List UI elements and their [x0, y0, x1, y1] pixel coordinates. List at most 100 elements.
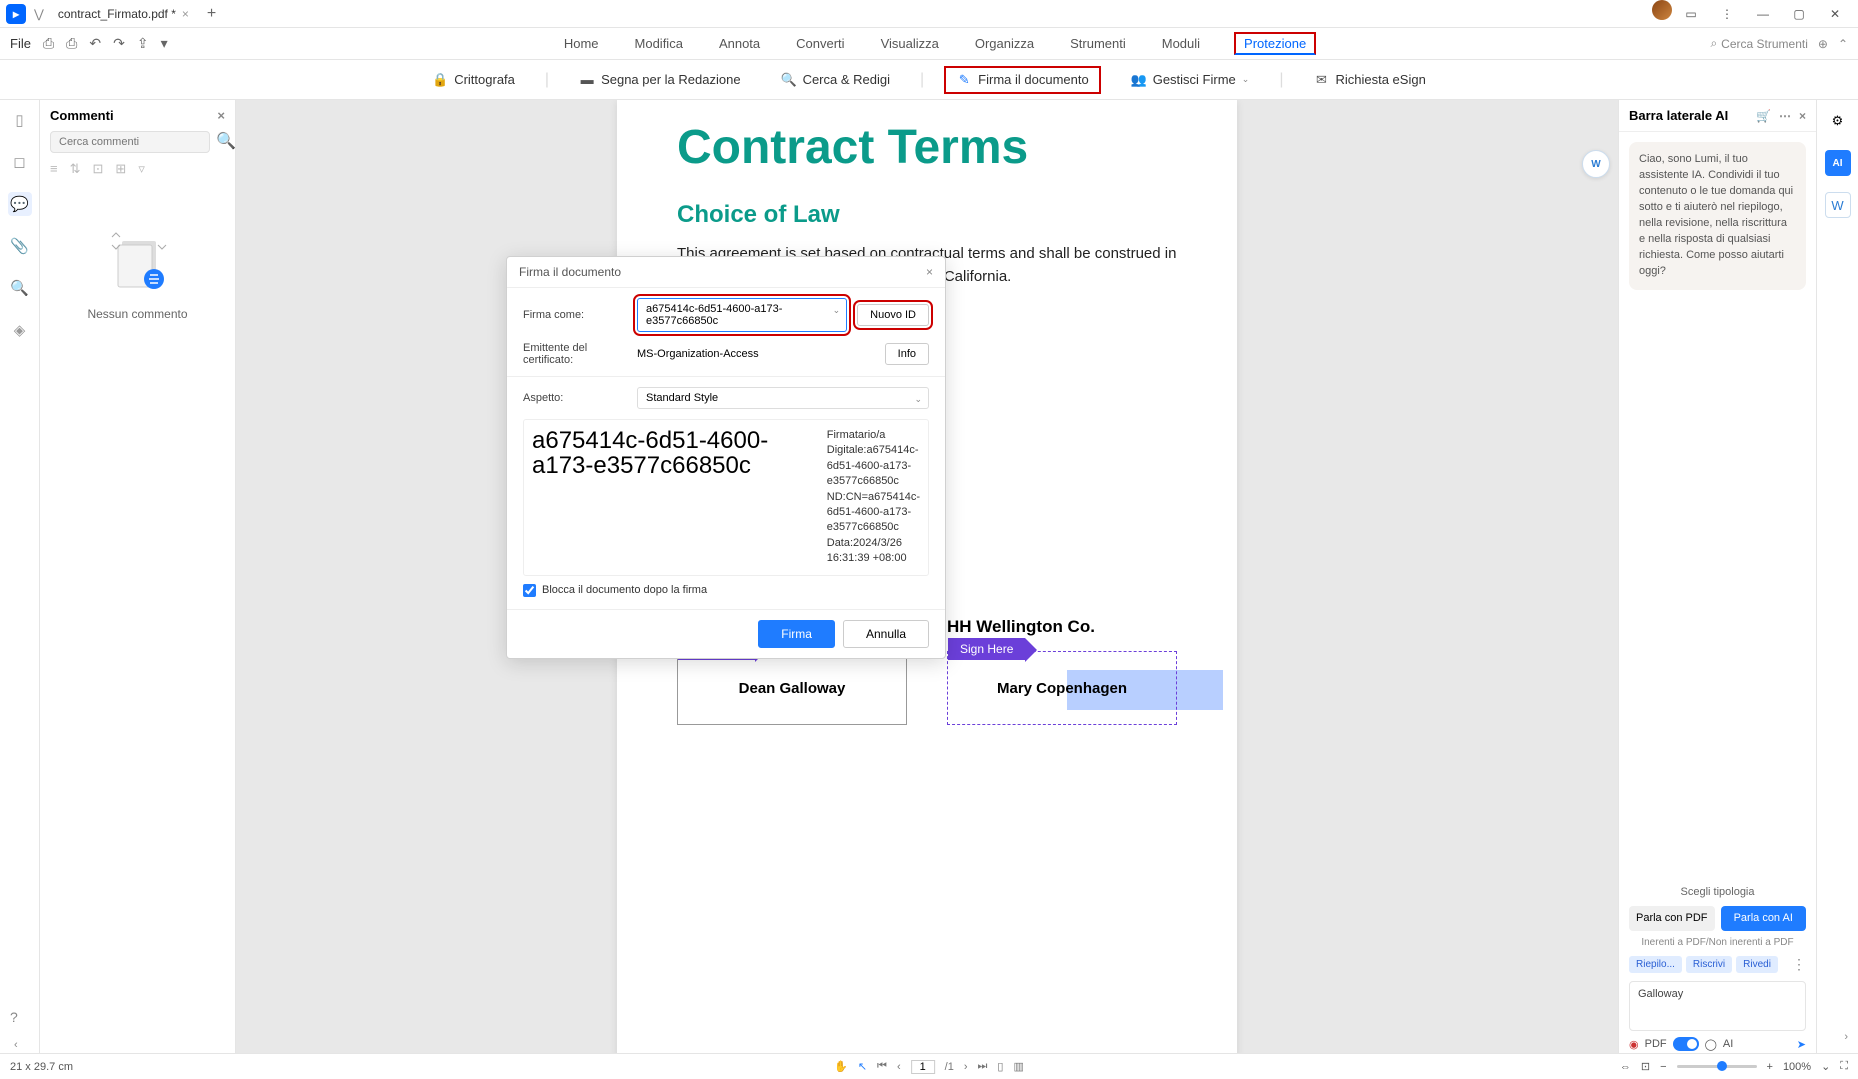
zoom-dropdown-icon[interactable]: ⌄ [1821, 1060, 1830, 1073]
new-id-button[interactable]: Nuovo ID [857, 304, 929, 326]
pdf-toggle-switch[interactable] [1673, 1037, 1699, 1051]
filter-b-icon[interactable]: ⊞ [115, 161, 126, 177]
aspect-select[interactable]: Standard Style ⌄ [637, 387, 929, 409]
overflow-icon[interactable]: ▾ [161, 35, 168, 52]
ai-mode-ai[interactable]: Parla con AI [1721, 906, 1807, 931]
ribbon-firma-documento[interactable]: ✎ Firma il documento [944, 66, 1101, 94]
filter-a-icon[interactable]: ⊡ [93, 161, 104, 177]
ai-chip-rivedi[interactable]: Rivedi [1736, 956, 1778, 973]
filter-sort-icon[interactable]: ⇅ [70, 161, 81, 177]
help-icon[interactable]: ? [10, 1009, 18, 1025]
file-menu[interactable]: File [10, 36, 31, 51]
ai-chip-riepilogo[interactable]: Riepilo... [1629, 956, 1682, 973]
lock-document-checkbox[interactable] [523, 584, 536, 597]
word-icon[interactable]: W [1825, 192, 1851, 218]
save-icon[interactable]: ⎙ [43, 35, 54, 52]
tab-strumenti[interactable]: Strumenti [1068, 32, 1128, 55]
tab-moduli[interactable]: Moduli [1160, 32, 1202, 55]
search-panel-icon[interactable]: 🔍 [8, 276, 32, 300]
zoom-slider[interactable] [1677, 1065, 1757, 1068]
feedback-icon[interactable]: ⊕ [1818, 37, 1828, 51]
right-icon-rail: ⚙ AI W [1816, 100, 1858, 1059]
tab-organizza[interactable]: Organizza [973, 32, 1036, 55]
filter-funnel-icon[interactable]: ▿ [138, 161, 145, 177]
info-button[interactable]: Info [885, 343, 929, 365]
search-tools[interactable]: ⌕ Cerca Strumenti [1710, 36, 1807, 51]
maximize-button[interactable]: ▢ [1782, 0, 1816, 28]
tab-visualizza[interactable]: Visualizza [879, 32, 941, 55]
collapse-left-icon[interactable]: ‹ [14, 1039, 18, 1051]
send-icon[interactable]: ➤ [1797, 1038, 1806, 1051]
select-tool-icon[interactable]: ↖ [858, 1060, 867, 1073]
document-tab[interactable]: contract_Firmato.pdf * × [48, 0, 199, 28]
signature-box-a[interactable]: Sign Here Dean Galloway [677, 651, 907, 725]
new-tab-button[interactable]: + [199, 5, 224, 23]
tab-annota[interactable]: Annota [717, 32, 762, 55]
app-logo-icon: ▸ [6, 4, 26, 24]
ai-mode-pdf[interactable]: Parla con PDF [1629, 906, 1715, 931]
layers-icon[interactable]: ◈ [8, 318, 32, 342]
undo-icon[interactable]: ↶ [89, 35, 101, 52]
zoom-in-icon[interactable]: + [1767, 1061, 1773, 1073]
sign-button[interactable]: Firma [758, 620, 835, 648]
print-icon[interactable]: ⎙ [66, 35, 77, 52]
avatar[interactable] [1652, 0, 1672, 20]
view-continuous-icon[interactable]: ▥ [1013, 1060, 1023, 1073]
cancel-button[interactable]: Annulla [843, 620, 929, 648]
share-icon[interactable]: ⇪ [137, 35, 149, 52]
close-button[interactable]: ✕ [1818, 0, 1852, 28]
minimize-button[interactable]: — [1746, 0, 1780, 28]
ai-chip-riscrivi[interactable]: Riscrivi [1686, 956, 1732, 973]
thumbnails-icon[interactable]: ▯ [8, 108, 32, 132]
ai-input[interactable]: Galloway [1629, 981, 1806, 1031]
ai-close-icon[interactable]: × [1799, 109, 1806, 123]
menu-tabs: Home Modifica Annota Converti Visualizza… [562, 32, 1316, 55]
ribbon-gestisci-firme[interactable]: 👥 Gestisci Firme ⌄ [1121, 68, 1260, 92]
page-number-input[interactable] [911, 1060, 935, 1074]
fit-width-icon[interactable]: ⇔ [1620, 1061, 1631, 1073]
bookmarks-icon[interactable]: ◻ [8, 150, 32, 174]
search-redact-icon: 🔍 [781, 72, 797, 88]
tab-home[interactable]: Home [562, 32, 601, 55]
signature-box-b[interactable]: Sign Here Mary Copenhagen [947, 651, 1177, 725]
ribbon-redazione[interactable]: ▬ Segna per la Redazione [569, 68, 751, 92]
ai-cart-icon[interactable]: 🛒 [1756, 109, 1771, 123]
view-single-icon[interactable]: ▯ [997, 1060, 1003, 1073]
issuer-value: MS-Organization-Access [637, 348, 875, 360]
hand-tool-icon[interactable]: ✋ [834, 1060, 848, 1073]
fit-page-icon[interactable]: ⊡ [1641, 1060, 1650, 1073]
sign-as-select[interactable]: a675414c-6d51-4600-a173-e3577c66850c ⌄ [637, 298, 847, 332]
ribbon-cerca-redigi[interactable]: 🔍 Cerca & Redigi [771, 68, 900, 92]
signature-preview: a675414c-6d51-4600-a173-e3577c66850c Fir… [523, 419, 929, 576]
ribbon-crittografa[interactable]: 🔒 Crittografa [422, 68, 525, 92]
comments-search-input[interactable] [50, 131, 210, 153]
settings-sliders-icon[interactable]: ⚙ [1825, 108, 1851, 134]
first-page-icon[interactable]: ⏮ [877, 1060, 887, 1073]
attachments-icon[interactable]: 📎 [8, 234, 32, 258]
last-page-icon[interactable]: ⏭ [977, 1060, 987, 1073]
notifications-icon[interactable]: ▭ [1674, 0, 1708, 28]
tab-protezione[interactable]: Protezione [1234, 32, 1316, 55]
comments-icon[interactable]: 💬 [8, 192, 32, 216]
ai-more-icon[interactable]: ⋯ [1779, 109, 1791, 123]
kebab-menu-icon[interactable]: ⋮ [1710, 0, 1744, 28]
search-icon[interactable]: 🔍 [216, 131, 236, 153]
ribbon-richiesta-esign[interactable]: ✉ Richiesta eSign [1303, 68, 1435, 92]
fullscreen-icon[interactable]: ⛶ [1840, 1060, 1848, 1073]
modal-close-icon[interactable]: × [926, 265, 933, 279]
filter-list-icon[interactable]: ≡ [50, 161, 58, 177]
collapse-right-icon[interactable]: › [1844, 1031, 1848, 1043]
next-page-icon[interactable]: › [964, 1061, 968, 1073]
tab-modifica[interactable]: Modifica [633, 32, 685, 55]
word-export-badge[interactable]: W [1582, 150, 1610, 178]
prev-page-icon[interactable]: ‹ [897, 1061, 901, 1073]
zoom-out-icon[interactable]: − [1660, 1061, 1666, 1073]
tab-converti[interactable]: Converti [794, 32, 846, 55]
tab-close-icon[interactable]: × [182, 7, 189, 21]
ai-chips-more-icon[interactable]: ⋮ [1792, 956, 1806, 973]
aspect-value: Standard Style [646, 392, 718, 404]
ai-badge-icon[interactable]: AI [1825, 150, 1851, 176]
redo-icon[interactable]: ↷ [113, 35, 125, 52]
expand-icon[interactable]: ⌃ [1838, 37, 1848, 51]
comments-close-icon[interactable]: × [217, 108, 225, 123]
